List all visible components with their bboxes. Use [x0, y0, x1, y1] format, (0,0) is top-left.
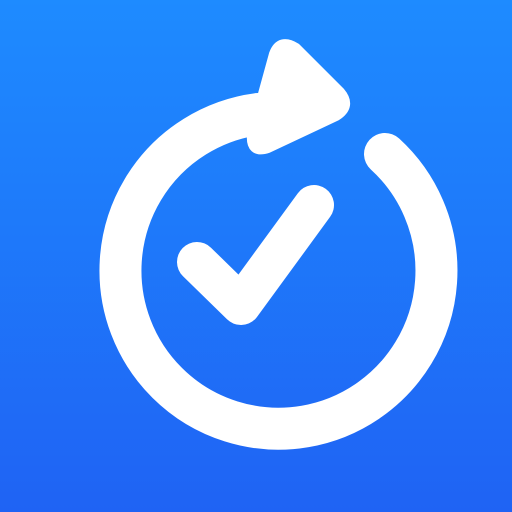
- app-icon: [0, 0, 512, 512]
- sync-check-icon: [0, 0, 512, 512]
